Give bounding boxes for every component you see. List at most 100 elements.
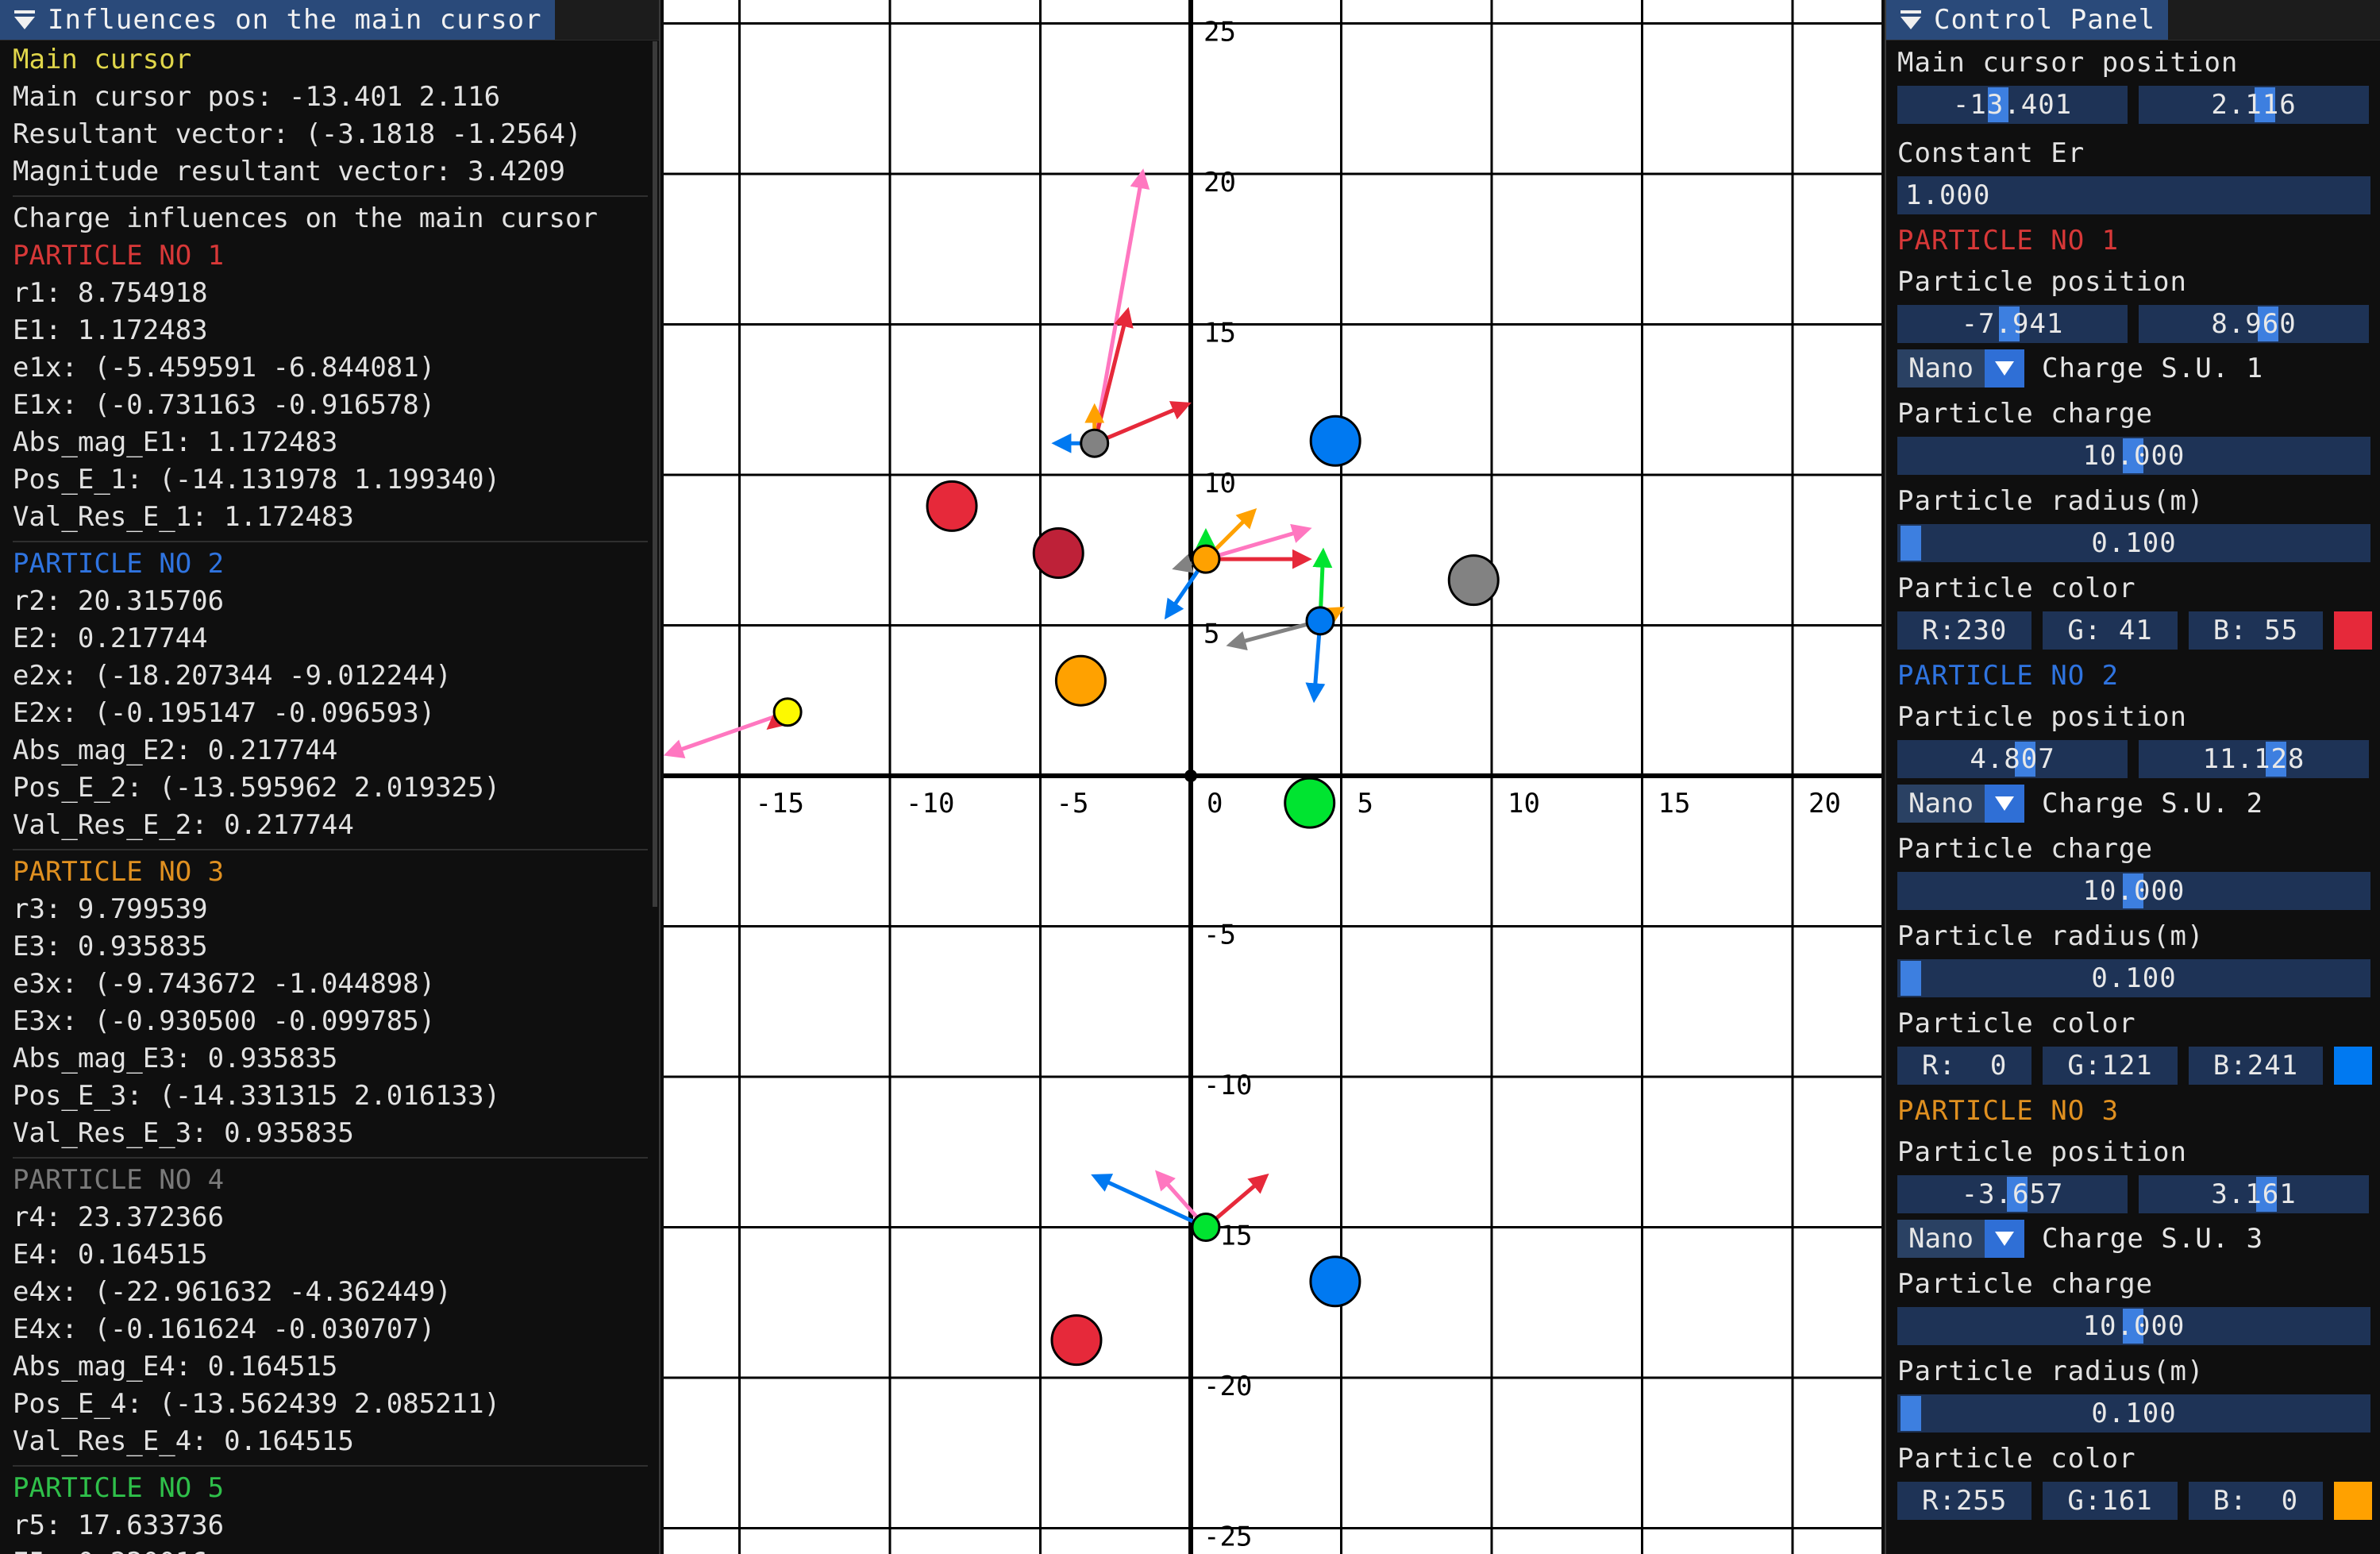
charge-su-label: Charge S.U. 2 bbox=[2042, 788, 2264, 819]
field-plot[interactable]: -15 -10 -5 0 5 10 15 20252015105-5-10-15-20-25 bbox=[664, 0, 1881, 1554]
field-canvas[interactable]: -15 -10 -5 0 5 10 15 20 25 20 15 10 5 -5 -10 -15 -20 -25 bbox=[664, 0, 1881, 1554]
particle-1-unit-combo[interactable]: Nano bbox=[1897, 349, 2024, 388]
particle-position-label: Particle position bbox=[1897, 266, 2187, 298]
charge-particle bbox=[1309, 1255, 1361, 1308]
particle-1-color-swatch[interactable] bbox=[2334, 611, 2372, 650]
particle-2-y-field[interactable]: 11.128 bbox=[2139, 740, 2369, 778]
particle-3-x-field[interactable]: -3.657 bbox=[1897, 1175, 2128, 1213]
main-cursor-position-row: -13.401 2.116 bbox=[1897, 84, 2372, 125]
charge-particle bbox=[1447, 554, 1500, 607]
particle-1-x-field[interactable]: -7.941 bbox=[1897, 305, 2128, 343]
unit-combo-arrow[interactable] bbox=[1985, 1220, 2024, 1258]
particle-2-b-field[interactable]: B:241 bbox=[2188, 1047, 2324, 1085]
b-value: B: 55 bbox=[2212, 615, 2299, 646]
slider-grab[interactable] bbox=[1901, 1396, 1921, 1431]
collapse-triangle-icon[interactable] bbox=[1901, 10, 1921, 29]
particle-2-charge-value: 10.000 bbox=[2082, 875, 2186, 907]
particle-3-heading: PARTICLE NO 3 bbox=[13, 856, 225, 888]
particle-2-position-row: 4.807 11.128 bbox=[1897, 738, 2372, 780]
particle-2-r-field[interactable]: R: 0 bbox=[1897, 1047, 2032, 1085]
influences-scrollbar[interactable] bbox=[653, 41, 657, 907]
particle-2-charge-slider[interactable]: 10.000 bbox=[1897, 872, 2370, 910]
particle-2-color-swatch[interactable] bbox=[2334, 1047, 2372, 1085]
charge-particle bbox=[1032, 527, 1084, 580]
slider-grab[interactable] bbox=[1901, 526, 1921, 561]
particle-3-position-row: -3.657 3.161 bbox=[1897, 1174, 2372, 1215]
particle-3-unit-combo[interactable]: Nano bbox=[1897, 1220, 2024, 1258]
main-cursor-x-field[interactable]: -13.401 bbox=[1897, 86, 2128, 124]
particle-color-label: Particle color bbox=[1897, 573, 2136, 604]
constant-er-field[interactable]: 1.000 bbox=[1897, 176, 2370, 214]
influences-content: Main cursor Main cursor pos: -13.401 2.1… bbox=[13, 41, 648, 1554]
separator bbox=[13, 195, 648, 197]
particle-1-g-field[interactable]: G: 41 bbox=[2043, 611, 2178, 650]
particle-4-heading: PARTICLE NO 4 bbox=[13, 1164, 225, 1196]
r-value: R:230 bbox=[1922, 615, 2008, 646]
main-cursor-y-field[interactable]: 2.116 bbox=[2139, 86, 2369, 124]
constant-er-label: Constant Er bbox=[1897, 137, 2085, 169]
control-content: Main cursor position -13.401 2.116 Const… bbox=[1897, 41, 2372, 1525]
collapse-triangle-icon[interactable] bbox=[14, 10, 35, 29]
particle-1-y-value: 8.960 bbox=[2211, 308, 2297, 340]
particle-charge-label: Particle charge bbox=[1897, 398, 2154, 430]
control-titlebar[interactable]: Control Panel bbox=[1886, 0, 2380, 40]
particle-position-label: Particle position bbox=[1897, 1136, 2187, 1168]
particle-3-line: r3: 9.799539 bbox=[13, 893, 208, 925]
particle-1-charge-value: 10.000 bbox=[2082, 440, 2186, 472]
particle-3-r-field[interactable]: R:255 bbox=[1897, 1482, 2032, 1520]
particle-2-x-field[interactable]: 4.807 bbox=[1897, 740, 2128, 778]
y-tick-label: -25 bbox=[1203, 1521, 1252, 1553]
particle-2-title: PARTICLE NO 2 bbox=[1897, 660, 2120, 692]
particle-3-y-field[interactable]: 3.161 bbox=[2139, 1175, 2369, 1213]
influences-title: Influences on the main cursor bbox=[48, 4, 542, 36]
particle-1-charge-slider[interactable]: 10.000 bbox=[1897, 437, 2370, 475]
y-tick-label: -5 bbox=[1203, 920, 1236, 951]
particle-2-radius-slider[interactable]: 0.100 bbox=[1897, 959, 2370, 997]
particle-2-heading: PARTICLE NO 2 bbox=[13, 548, 225, 580]
particle-2-line: E2x: (-0.195147 -0.096593) bbox=[13, 697, 436, 729]
control-title-tab[interactable]: Control Panel bbox=[1886, 0, 2169, 40]
particle-4-line: Val_Res_E_4: 0.164515 bbox=[13, 1425, 354, 1457]
particle-5-heading: PARTICLE NO 5 bbox=[13, 1472, 225, 1504]
control-panel: Control Panel Main cursor position -13.4… bbox=[1885, 0, 2380, 1554]
main-cursor-position-label: Main cursor position bbox=[1897, 47, 2239, 79]
influences-titlebar[interactable]: Influences on the main cursor bbox=[0, 0, 659, 40]
particle-2-y-value: 11.128 bbox=[2202, 743, 2305, 775]
x-tick-label: 15 bbox=[1658, 788, 1691, 819]
particle-3-color-row: R:255 G:161 B: 0 bbox=[1897, 1480, 2372, 1521]
particle-2-unit-combo[interactable]: Nano bbox=[1897, 785, 2024, 823]
particle-1-r-field[interactable]: R:230 bbox=[1897, 611, 2032, 650]
particle-1-radius-row: 0.100 bbox=[1897, 522, 2372, 564]
particle-2-radius-row: 0.100 bbox=[1897, 958, 2372, 999]
particle-2-line: Pos_E_2: (-13.595962 2.019325) bbox=[13, 772, 501, 804]
resultant-vector-text: Resultant vector: (-3.1818 -1.2564) bbox=[13, 118, 582, 150]
particle-3-color-swatch[interactable] bbox=[2334, 1482, 2372, 1520]
particle-2-line: Abs_mag_E2: 0.217744 bbox=[13, 735, 338, 766]
field-probe bbox=[1080, 428, 1110, 458]
particle-1-color-row: R:230 G: 41 B: 55 bbox=[1897, 610, 2372, 651]
field-vector-arrow bbox=[664, 710, 788, 759]
unit-combo-arrow[interactable] bbox=[1985, 349, 2024, 388]
separator bbox=[13, 541, 648, 542]
particle-1-b-field[interactable]: B: 55 bbox=[2188, 611, 2324, 650]
g-value: G:161 bbox=[2067, 1485, 2153, 1517]
particle-3-radius-slider[interactable]: 0.100 bbox=[1897, 1394, 2370, 1433]
particle-3-b-field[interactable]: B: 0 bbox=[2188, 1482, 2324, 1520]
unit-combo-arrow[interactable] bbox=[1985, 785, 2024, 823]
particle-3-title: PARTICLE NO 3 bbox=[1897, 1095, 2120, 1127]
r-value: R:255 bbox=[1922, 1485, 2008, 1517]
field-probe bbox=[1191, 1213, 1221, 1242]
influences-panel: Influences on the main cursor Main curso… bbox=[0, 0, 660, 1554]
particle-1-radius-slider[interactable]: 0.100 bbox=[1897, 524, 2370, 562]
x-tick-label: 0 bbox=[1207, 788, 1223, 819]
particle-1-y-field[interactable]: 8.960 bbox=[2139, 305, 2369, 343]
influences-title-tab[interactable]: Influences on the main cursor bbox=[0, 0, 555, 40]
particle-3-g-field[interactable]: G:161 bbox=[2043, 1482, 2178, 1520]
particle-3-charge-slider[interactable]: 10.000 bbox=[1897, 1307, 2370, 1345]
particle-2-g-field[interactable]: G:121 bbox=[2043, 1047, 2178, 1085]
particle-radius-label: Particle radius(m) bbox=[1897, 485, 2205, 517]
charge-particle bbox=[1054, 654, 1107, 707]
g-value: G:121 bbox=[2067, 1050, 2153, 1082]
main-cursor-heading: Main cursor bbox=[13, 44, 192, 75]
slider-grab[interactable] bbox=[1901, 961, 1921, 996]
